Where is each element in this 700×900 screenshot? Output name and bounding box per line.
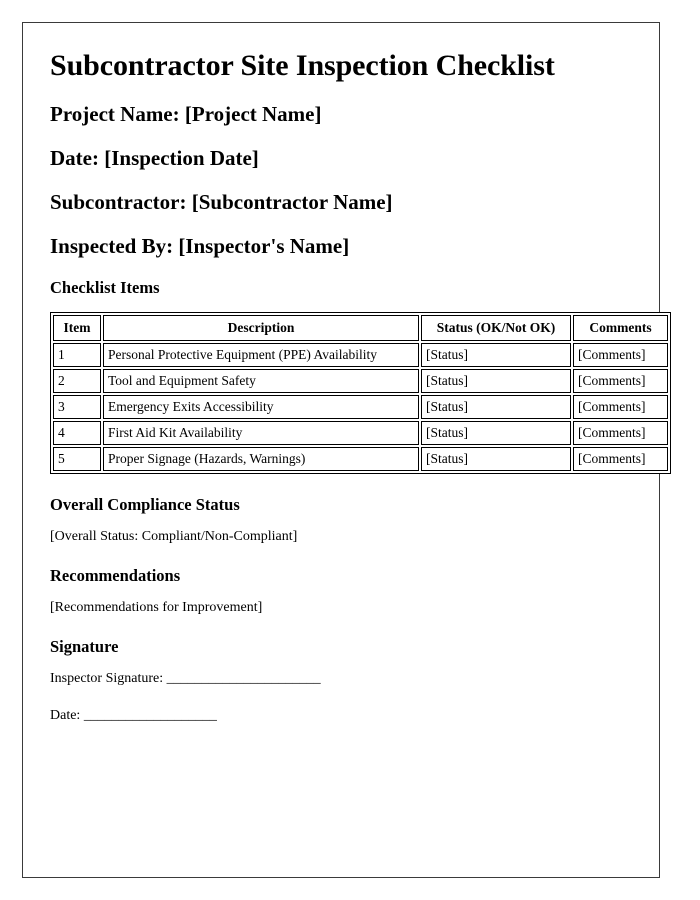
- table-row: 5 Proper Signage (Hazards, Warnings) [St…: [53, 446, 668, 471]
- cell-item: 5: [53, 446, 101, 471]
- cell-status: [Status]: [421, 343, 571, 367]
- signature-heading: Signature: [50, 637, 119, 657]
- cell-item: 1: [53, 343, 101, 367]
- table-row: 2 Tool and Equipment Safety [Status] [Co…: [53, 368, 668, 393]
- compliance-heading: Overall Compliance Status: [50, 494, 240, 514]
- checklist-table-body: 1 Personal Protective Equipment (PPE) Av…: [53, 343, 668, 471]
- table-header-row: Item Description Status (OK/Not OK) Comm…: [53, 315, 668, 342]
- cell-item: 4: [53, 420, 101, 445]
- cell-description: Personal Protective Equipment (PPE) Avai…: [103, 343, 419, 367]
- field-project-name: Project Name: [Project Name]: [50, 101, 322, 126]
- cell-comments: [Comments]: [573, 420, 668, 445]
- cell-status: [Status]: [421, 446, 571, 471]
- column-header-status: Status (OK/Not OK): [421, 315, 571, 342]
- field-inspector-name: Inspected By: [Inspector's Name]: [50, 233, 350, 258]
- table-row: 4 First Aid Kit Availability [Status] [C…: [53, 420, 668, 445]
- column-header-comments: Comments: [573, 315, 668, 342]
- cell-description: First Aid Kit Availability: [103, 420, 419, 445]
- cell-status: [Status]: [421, 368, 571, 393]
- cell-status: [Status]: [421, 420, 571, 445]
- cell-comments: [Comments]: [573, 394, 668, 419]
- cell-description: Tool and Equipment Safety: [103, 368, 419, 393]
- table-row: 3 Emergency Exits Accessibility [Status]…: [53, 394, 668, 419]
- cell-comments: [Comments]: [573, 368, 668, 393]
- field-inspection-date: Date: [Inspection Date]: [50, 145, 259, 170]
- cell-comments: [Comments]: [573, 446, 668, 471]
- checklist-heading: Checklist Items: [50, 277, 160, 297]
- cell-status: [Status]: [421, 394, 571, 419]
- field-subcontractor-name: Subcontractor: [Subcontractor Name]: [50, 189, 393, 214]
- page-title: Subcontractor Site Inspection Checklist: [50, 49, 555, 82]
- compliance-value: [Overall Status: Compliant/Non-Compliant…: [50, 528, 298, 544]
- signature-date-line: Date: ___________________: [50, 708, 217, 724]
- cell-item: 2: [53, 368, 101, 393]
- checklist-table: Item Description Status (OK/Not OK) Comm…: [50, 312, 671, 474]
- recommendations-value: [Recommendations for Improvement]: [50, 600, 263, 616]
- recommendations-heading: Recommendations: [50, 565, 181, 585]
- cell-description: Emergency Exits Accessibility: [103, 394, 419, 419]
- cell-item: 3: [53, 394, 101, 419]
- table-row: 1 Personal Protective Equipment (PPE) Av…: [53, 343, 668, 367]
- checklist-table-head: Item Description Status (OK/Not OK) Comm…: [53, 315, 668, 342]
- inspector-signature-line: Inspector Signature: ___________________…: [50, 671, 321, 687]
- column-header-description: Description: [103, 315, 419, 342]
- document-page-frame: Subcontractor Site Inspection Checklist …: [22, 22, 671, 878]
- document-body: Subcontractor Site Inspection Checklist …: [23, 23, 671, 725]
- column-header-item: Item: [53, 315, 101, 342]
- cell-comments: [Comments]: [573, 343, 668, 367]
- cell-description: Proper Signage (Hazards, Warnings): [103, 446, 419, 471]
